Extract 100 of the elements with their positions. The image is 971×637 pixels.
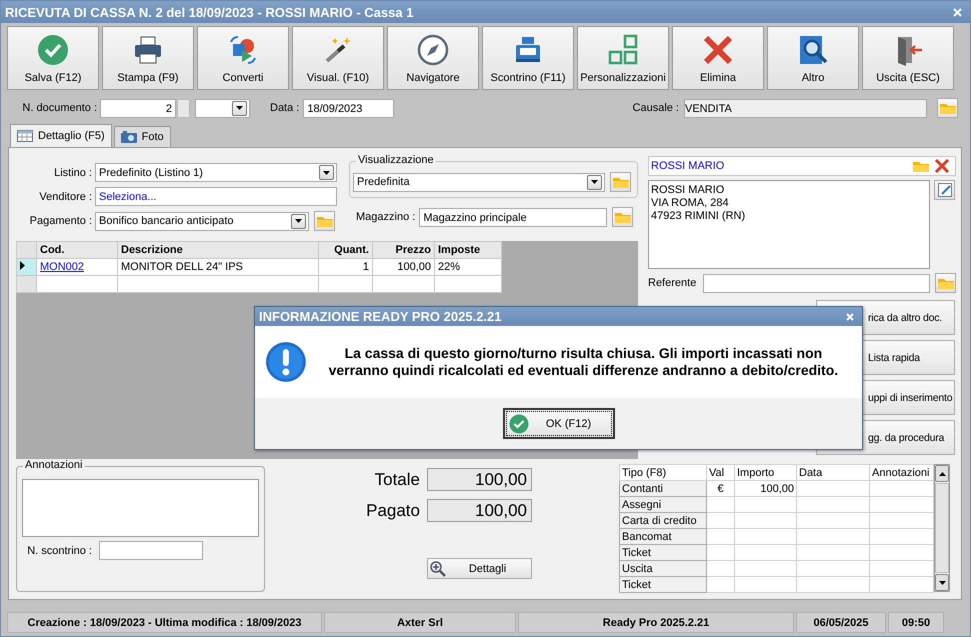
- listino-dropdown[interactable]: Predefinito (Listino 1): [95, 163, 337, 182]
- total-value: 100,00: [427, 499, 532, 522]
- magazzino-label: Magazzino :: [356, 211, 416, 223]
- code-link[interactable]: MON002: [36, 258, 118, 276]
- dropdown-arrow-icon: [236, 106, 243, 110]
- delete-icon: [702, 34, 734, 66]
- printer-icon: [132, 34, 164, 66]
- toolbar-button[interactable]: Personalizzazioni: [577, 26, 669, 90]
- tab[interactable]: Foto: [114, 126, 171, 147]
- folder-button[interactable]: [314, 211, 335, 231]
- dialog-title: INFORMAZIONE READY PRO 2025.2.21: [259, 309, 502, 324]
- receipt-number-label: N. scontrino :: [26, 544, 92, 556]
- scroll-down-icon[interactable]: [938, 580, 946, 584]
- info-icon: [265, 341, 307, 383]
- details-button[interactable]: Dettagli: [427, 558, 532, 579]
- column-header[interactable]: Val: [706, 464, 734, 480]
- pagamento-dropdown[interactable]: Bonifico bancario anticipato: [95, 212, 309, 230]
- tab[interactable]: Dettaglio (F5): [10, 124, 112, 147]
- scrollbar[interactable]: [934, 464, 950, 592]
- grid-icon: [17, 130, 33, 142]
- column-header[interactable]: Imposte: [434, 242, 502, 258]
- group-title: Visualizzazione: [356, 154, 436, 166]
- payment-type[interactable]: Ticket: [620, 544, 706, 560]
- customer-name: ROSSI MARIO: [651, 160, 724, 172]
- column-header[interactable]: Descrizione: [118, 242, 318, 258]
- folder-button[interactable]: [612, 207, 634, 227]
- column-header[interactable]: Quant.: [318, 242, 372, 258]
- table-cell: 22%: [434, 258, 502, 276]
- folder-icon[interactable]: [913, 160, 929, 172]
- payment-type[interactable]: Bancomat: [620, 528, 706, 544]
- address-box[interactable]: ROSSI MARIO VIA ROMA, 284 47923 RIMINI (RN): [648, 180, 930, 269]
- row-marker[interactable]: [16, 258, 36, 276]
- status-text: Axter Srl: [324, 612, 516, 633]
- toolbar-button[interactable]: Stampa (F9): [102, 26, 194, 90]
- causale-label: Causale :: [632, 102, 679, 114]
- check-icon: [508, 414, 528, 434]
- spin-button[interactable]: [177, 98, 190, 118]
- toolbar-button[interactable]: Scontrino (F11): [482, 26, 574, 90]
- dropdown-arrow-icon: [323, 170, 330, 174]
- document-number-field[interactable]: 2: [100, 98, 176, 118]
- column-header[interactable]: Data: [796, 464, 870, 480]
- magazzino-field[interactable]: Magazzino principale: [419, 208, 608, 226]
- row-pointer-icon: [20, 261, 25, 270]
- dropdown-arrow-icon: [591, 180, 598, 184]
- edit-button[interactable]: [934, 180, 955, 200]
- folder-button[interactable]: [935, 273, 956, 293]
- venditore-field[interactable]: Seleziona...: [95, 187, 337, 206]
- annotations-field[interactable]: [22, 479, 259, 537]
- table-cell: €: [717, 482, 724, 494]
- status-text: Creazione : 18/09/2023 - Ultima modifica : 18/09/2023: [7, 612, 322, 633]
- column-header[interactable]: Importo: [734, 464, 796, 480]
- causale-field[interactable]: VENDITA: [684, 98, 927, 118]
- ok-button[interactable]: OK (F12): [502, 408, 614, 439]
- squares-icon: [607, 34, 639, 66]
- column-header[interactable]: Tipo (F8): [620, 464, 706, 480]
- total-label: Totale: [374, 470, 420, 490]
- zoom-in-icon: [430, 560, 446, 576]
- payment-type[interactable]: Ticket: [620, 576, 706, 592]
- payment-type[interactable]: Uscita: [620, 560, 706, 576]
- status-text: Ready Pro 2025.2.21: [518, 612, 794, 633]
- referente-field[interactable]: [703, 274, 930, 292]
- compass-icon: [417, 34, 449, 66]
- total-label: Pagato: [365, 500, 420, 520]
- toolbar-button[interactable]: Uscita (ESC): [862, 26, 954, 90]
- dropdown-arrow-icon: [295, 219, 302, 223]
- table-cell: 100,00: [760, 482, 794, 494]
- table-cell: 1: [318, 258, 372, 276]
- document-number-label: N. documento :: [21, 102, 97, 114]
- toolbar-button[interactable]: Navigatore: [387, 26, 479, 90]
- scroll-up-icon[interactable]: [938, 472, 946, 476]
- search-icon: [797, 34, 829, 66]
- window-title: RICEVUTA DI CASSA N. 2 del 18/09/2023 - ROSSI MARIO - Cassa 1: [5, 4, 414, 20]
- status-text: 06/05/2025: [796, 612, 886, 633]
- receipt-number-field[interactable]: [99, 541, 203, 560]
- referente-label: Referente: [648, 277, 698, 289]
- pagamento-label: Pagamento :: [28, 215, 92, 227]
- payment-type[interactable]: Contanti: [620, 480, 706, 496]
- customer-field[interactable]: ROSSI MARIO: [648, 156, 956, 176]
- table-cell: 100,00: [372, 258, 434, 276]
- toolbar-button[interactable]: Altro: [767, 26, 859, 90]
- series-dropdown[interactable]: [195, 98, 250, 118]
- status-text: 09:50: [888, 612, 944, 633]
- folder-button[interactable]: [610, 172, 631, 192]
- date-field[interactable]: 18/09/2023: [303, 98, 394, 118]
- group-title: Annotazioni: [23, 459, 84, 471]
- toolbar-button[interactable]: Elimina: [672, 26, 764, 90]
- folder-button[interactable]: [937, 98, 958, 118]
- visualizzazione-dropdown[interactable]: Predefinita: [353, 172, 605, 192]
- column-header[interactable]: Annotazioni: [870, 464, 934, 480]
- column-header[interactable]: Cod.: [36, 242, 118, 258]
- toolbar-button[interactable]: Visual. (F10): [292, 26, 384, 90]
- payment-type[interactable]: Carta di credito: [620, 512, 706, 528]
- date-label: Data :: [270, 102, 300, 114]
- table-cell: MONITOR DELL 24" IPS: [118, 258, 318, 276]
- payment-type[interactable]: Assegni: [620, 496, 706, 512]
- venditore-label: Venditore :: [38, 190, 92, 202]
- toolbar-button[interactable]: Converti: [197, 26, 289, 90]
- close-icon[interactable]: [935, 159, 949, 173]
- toolbar-button[interactable]: Salva (F12): [7, 26, 99, 90]
- column-header[interactable]: Prezzo: [372, 242, 434, 258]
